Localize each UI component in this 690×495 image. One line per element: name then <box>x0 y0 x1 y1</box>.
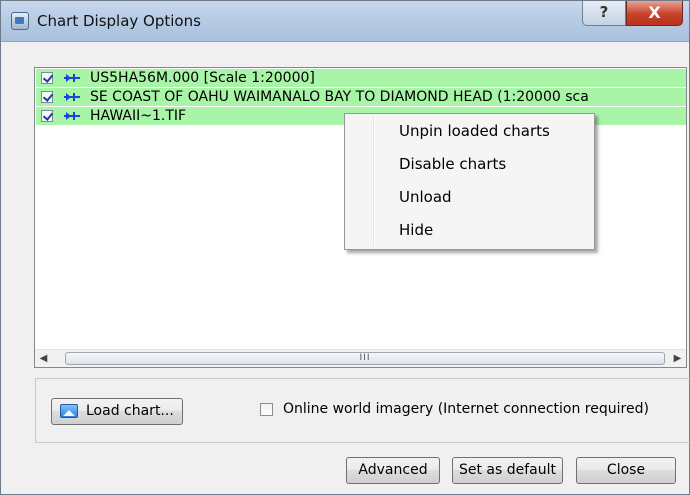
chart-row[interactable]: SE COAST OF OAHU WAIMANALO BAY TO DIAMON… <box>36 88 686 106</box>
chart-checkbox[interactable] <box>41 110 53 122</box>
scroll-thumb[interactable]: III <box>65 352 665 365</box>
app-icon <box>11 12 29 30</box>
title-bar[interactable]: Chart Display Options ? X <box>1 1 689 42</box>
options-group: Load chart... Online world imagery (Inte… <box>35 378 690 443</box>
window-close-button[interactable]: X <box>626 1 683 26</box>
menu-item-disable-charts[interactable]: Disable charts <box>399 155 506 173</box>
chart-name: US5HA56M.000 [Scale 1:20000] <box>90 70 315 86</box>
chart-name: HAWAII~1.TIF <box>90 108 187 124</box>
pin-icon[interactable] <box>64 111 80 121</box>
close-button[interactable]: Close <box>576 457 676 484</box>
scroll-left-icon[interactable]: ◀ <box>35 350 52 367</box>
horizontal-scrollbar[interactable]: ◀ III ▶ <box>35 349 686 367</box>
set-as-default-button[interactable]: Set as default <box>452 457 563 484</box>
load-image-icon <box>60 404 78 418</box>
context-menu: Unpin loaded charts Disable charts Unloa… <box>344 113 595 250</box>
online-imagery-label[interactable]: Online world imagery (Internet connectio… <box>283 401 649 417</box>
chart-row[interactable]: US5HA56M.000 [Scale 1:20000] <box>36 69 686 87</box>
pin-icon[interactable] <box>64 92 80 102</box>
menu-gutter-divider <box>373 117 375 246</box>
advanced-button[interactable]: Advanced <box>346 457 440 484</box>
scroll-right-icon[interactable]: ▶ <box>669 350 686 367</box>
chart-name: SE COAST OF OAHU WAIMANALO BAY TO DIAMON… <box>90 89 589 105</box>
chart-checkbox[interactable] <box>41 91 53 103</box>
load-chart-button[interactable]: Load chart... <box>51 398 183 425</box>
chart-display-options-dialog: Chart Display Options ? X US5HA56M.000 [… <box>0 0 690 495</box>
chart-checkbox[interactable] <box>41 72 53 84</box>
online-imagery-checkbox[interactable] <box>260 403 273 416</box>
menu-item-unpin-loaded-charts[interactable]: Unpin loaded charts <box>399 122 550 140</box>
load-chart-label: Load chart... <box>86 403 174 419</box>
help-button[interactable]: ? <box>582 1 626 26</box>
window-title: Chart Display Options <box>37 12 201 30</box>
menu-item-hide[interactable]: Hide <box>399 221 433 239</box>
pin-icon[interactable] <box>64 73 80 83</box>
menu-item-unload[interactable]: Unload <box>399 188 452 206</box>
